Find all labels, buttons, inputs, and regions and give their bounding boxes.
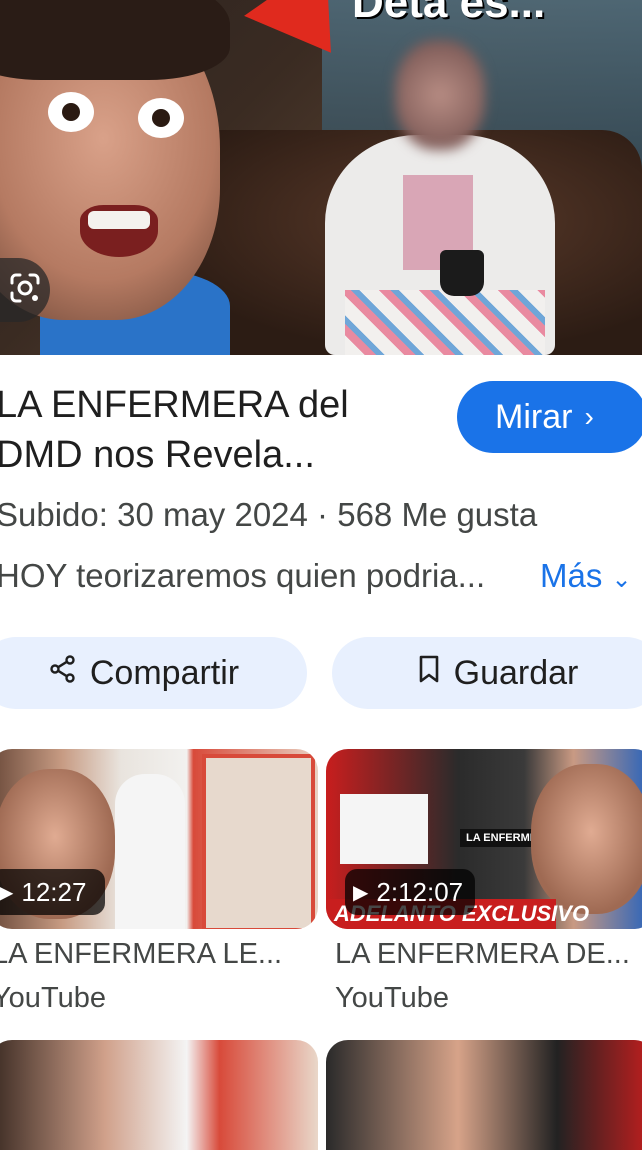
thumbnail-overlay-text: Deta es... <box>352 0 546 27</box>
thumbnail-nurse <box>115 774 185 929</box>
related-thumbnail-3[interactable] <box>0 1040 318 1150</box>
video-description: HOY teorizaremos quien podria... <box>0 557 486 594</box>
video-meta: Subido: 30 may 2024 · 568 Me gusta <box>0 496 538 533</box>
video-title[interactable]: LA ENFERMERA del DMD nos Revela... <box>0 380 436 480</box>
related-title[interactable]: LA ENFERMERA LE... <box>0 938 282 971</box>
duration-badge: ▶ 12:27 <box>0 869 105 915</box>
more-label: Más <box>540 557 603 594</box>
watch-label: Mirar <box>495 397 573 436</box>
thumbnail-face <box>531 764 642 914</box>
thumbnail-screen <box>340 794 428 864</box>
mug <box>440 250 484 296</box>
thumbnail-photo-frame <box>202 754 315 929</box>
hero-thumbnail[interactable]: Deta es... <box>0 0 642 355</box>
play-icon: ▶ <box>0 881 14 904</box>
chevron-down-icon: ⌄ <box>611 566 632 593</box>
eye-left <box>48 92 94 132</box>
eye-right <box>138 98 184 138</box>
save-label: Guardar <box>453 653 579 692</box>
share-label: Compartir <box>89 653 240 692</box>
related-thumbnail-4[interactable] <box>326 1040 642 1150</box>
share-button[interactable]: Compartir <box>0 637 307 709</box>
bookmark-icon <box>416 654 454 693</box>
related-source: YouTube <box>0 982 106 1014</box>
man-mouth <box>80 205 158 257</box>
share-icon <box>48 654 90 693</box>
watch-button[interactable]: Mirar › <box>457 381 642 453</box>
chevron-right-icon: › <box>584 401 594 432</box>
more-button[interactable]: Más ⌄ <box>540 557 632 595</box>
related-source: YouTube <box>335 982 449 1014</box>
related-title[interactable]: LA ENFERMERA DE... <box>335 938 630 971</box>
google-lens-icon <box>8 271 42 310</box>
duration-text: 12:27 <box>21 876 87 907</box>
man-hair <box>0 0 230 80</box>
save-button[interactable]: Guardar <box>332 637 642 709</box>
duration-badge: ▶ 2:12:07 <box>345 869 475 915</box>
blurred-woman <box>325 40 555 355</box>
duration-text: 2:12:07 <box>376 876 464 907</box>
play-icon: ▶ <box>353 881 369 904</box>
